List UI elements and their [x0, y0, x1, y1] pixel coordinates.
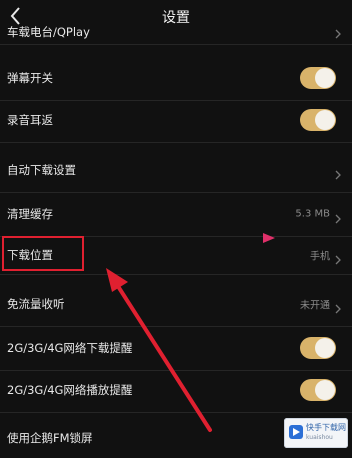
annotation-arrow-icon [106, 268, 212, 432]
watermark-title: 快手下载网 [306, 423, 346, 432]
watermark-logo-icon [288, 424, 304, 440]
site-watermark: 快手下载网 kuaishou [284, 418, 348, 448]
watermark-subtitle: kuaishou [306, 434, 333, 441]
